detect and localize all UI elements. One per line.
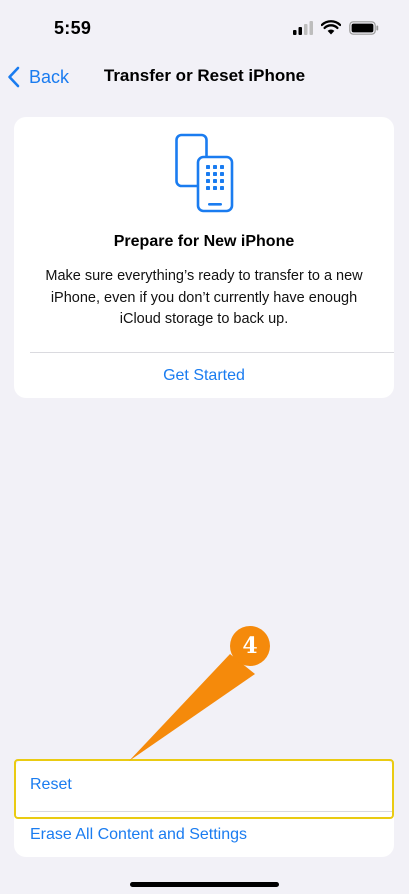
home-indicator[interactable] xyxy=(130,882,279,887)
status-bar: 5:59 xyxy=(0,0,409,56)
page-title: Transfer or Reset iPhone xyxy=(103,66,306,85)
card-title: Prepare for New iPhone xyxy=(113,233,295,250)
get-started-button[interactable]: Get Started xyxy=(14,353,394,398)
reset-options-list: Reset Erase All Content and Settings xyxy=(14,759,394,857)
status-icons xyxy=(293,20,379,35)
status-time: 5:59 xyxy=(54,18,92,38)
wifi-icon xyxy=(321,20,341,35)
battery-icon xyxy=(349,20,379,35)
prepare-card: Prepare for New iPhone Make sure everyth… xyxy=(14,117,394,398)
card-description: Make sure everything’s ready to transfer… xyxy=(45,268,363,327)
step-number-badge: 4 xyxy=(242,633,258,659)
reset-button[interactable]: Reset xyxy=(14,761,394,809)
signal-icon xyxy=(293,20,313,35)
navigation-bar: Back Transfer or Reset iPhone xyxy=(0,56,409,98)
devices-transfer-icon xyxy=(175,133,234,213)
erase-all-content-button[interactable]: Erase All Content and Settings xyxy=(14,811,394,859)
